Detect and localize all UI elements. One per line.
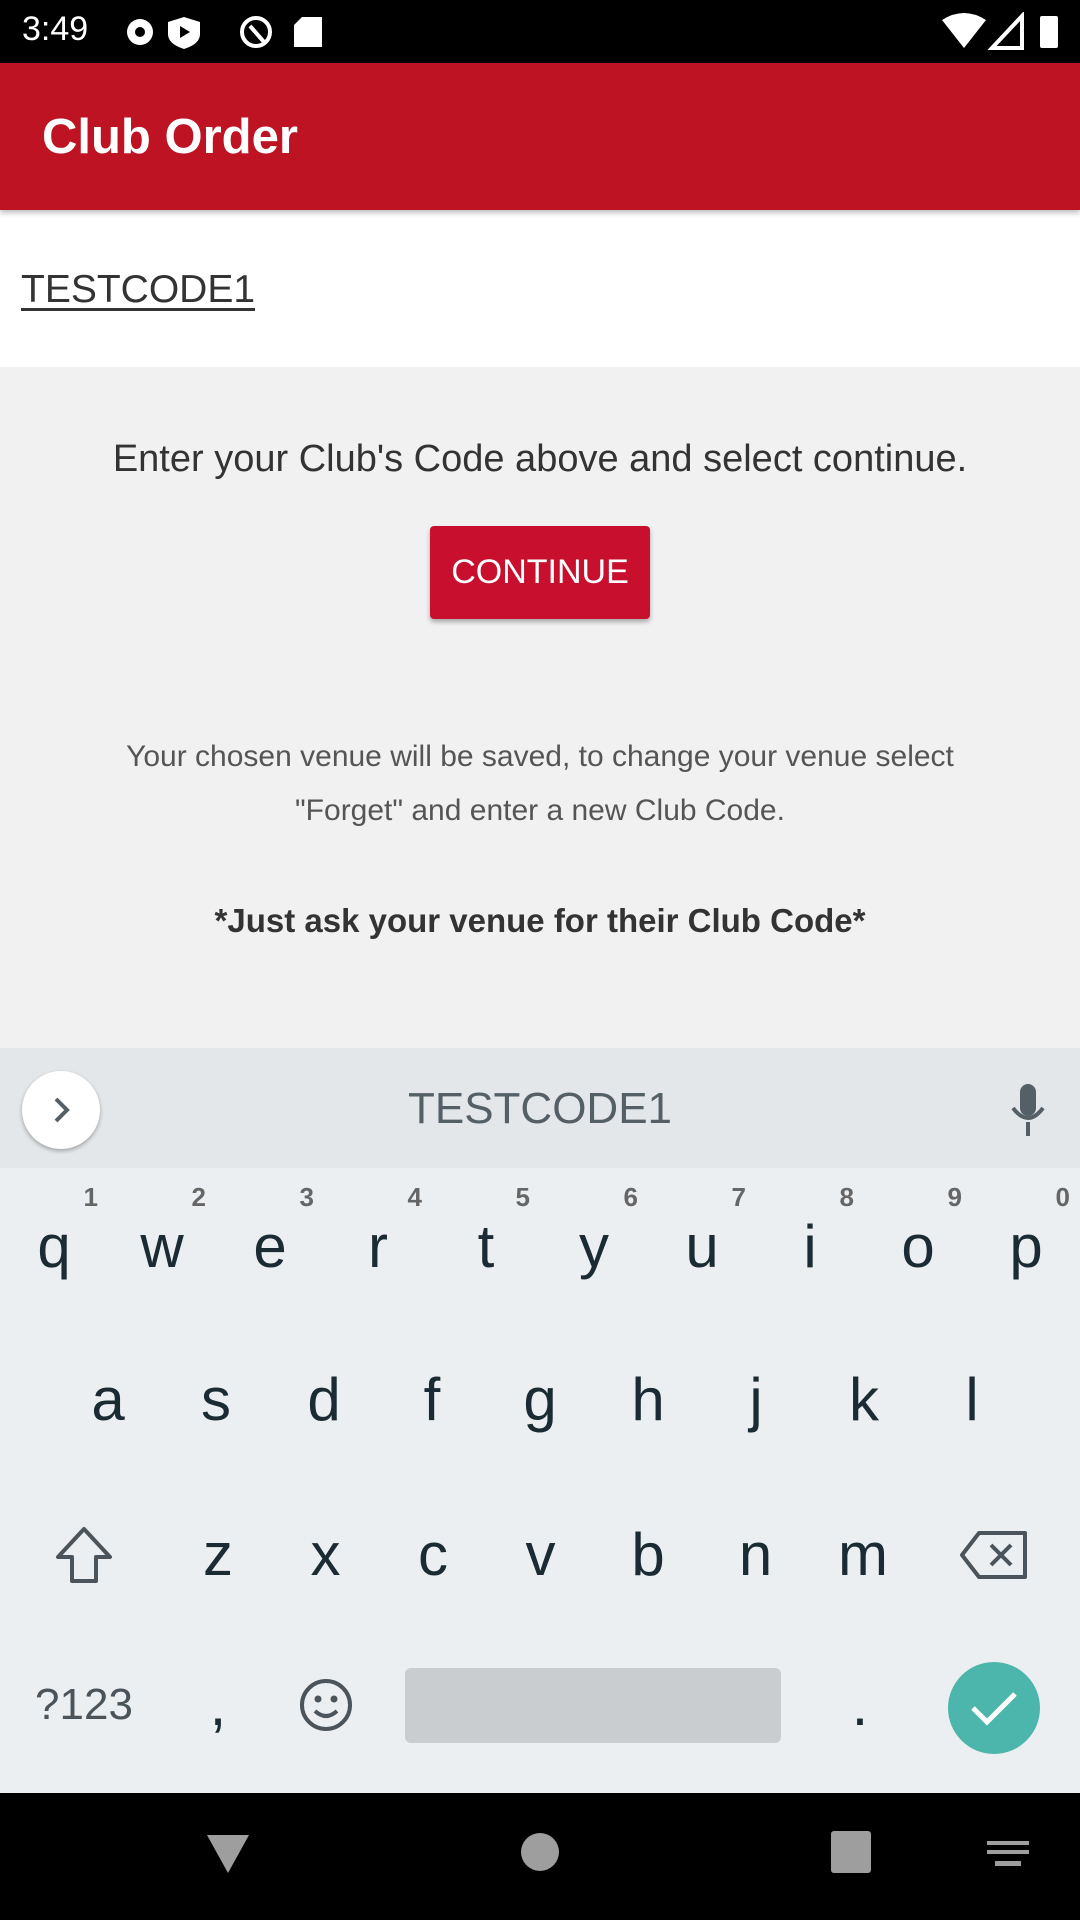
key-q[interactable]: q1 [0,1172,108,1322]
signal-icon [987,12,1024,50]
key-hint: 1 [83,1182,98,1212]
key-hint: 9 [947,1182,962,1212]
system-icons [942,12,1058,50]
back-icon[interactable] [205,1833,251,1875]
continue-button[interactable]: CONTINUE [430,526,650,619]
key-x[interactable]: x [272,1480,380,1630]
checkmark-icon [971,1692,1017,1726]
key-h[interactable]: h [594,1325,702,1475]
key-d[interactable]: d [270,1325,378,1475]
microphone-icon[interactable] [1010,1084,1046,1136]
status-bar: 3:49 [0,0,1080,63]
key-k[interactable]: k [810,1325,918,1475]
period-key[interactable]: . [806,1630,914,1780]
emoji-key[interactable] [272,1630,380,1780]
app-bar: Club Order [0,63,1080,210]
backspace-key[interactable] [940,1480,1048,1630]
key-m[interactable]: m [809,1480,917,1630]
key-r[interactable]: r4 [324,1172,432,1322]
key-z[interactable]: z [164,1480,272,1630]
key-o[interactable]: o9 [864,1172,972,1322]
sd-card-icon [294,17,322,47]
club-code-input[interactable]: TESTCODE1 [21,268,255,312]
key-hint: 0 [1055,1182,1070,1212]
comma-key[interactable]: , [164,1630,272,1780]
battery-icon [1040,16,1058,48]
key-hint: 8 [839,1182,854,1212]
done-key[interactable] [948,1662,1040,1754]
shift-key[interactable] [30,1480,138,1630]
key-i[interactable]: i8 [756,1172,864,1322]
key-n[interactable]: n [702,1480,810,1630]
quick-icon [240,16,272,48]
notification-icons [127,16,322,49]
key-c[interactable]: c [379,1480,487,1630]
space-key[interactable] [405,1668,781,1743]
key-b[interactable]: b [594,1480,702,1630]
gear-icon [127,19,153,45]
recents-icon[interactable] [831,1831,871,1873]
instruction-text: Enter your Club's Code above and select … [112,438,968,480]
key-s[interactable]: s [162,1325,270,1475]
key-y[interactable]: y6 [540,1172,648,1322]
key-p[interactable]: p0 [972,1172,1080,1322]
home-icon[interactable] [519,1831,561,1873]
symbols-key[interactable]: ?123 [30,1630,138,1780]
key-w[interactable]: w2 [108,1172,216,1322]
key-hint: 7 [731,1182,746,1212]
wifi-icon [942,13,986,48]
key-f[interactable]: f [378,1325,486,1475]
venue-note-line: "Forget" and enter a new Club Code. [295,794,785,827]
venue-note: Your chosen venue will be saved, to chan… [0,730,1080,838]
key-l[interactable]: l [918,1325,1026,1475]
ask-venue-note: *Just ask your venue for their Club Code… [214,902,866,939]
key-v[interactable]: v [487,1480,595,1630]
keyboard-switch-icon[interactable] [987,1841,1029,1867]
backspace-icon [960,1531,1027,1579]
shift-icon [56,1527,112,1583]
venue-note-line: Your chosen venue will be saved, to chan… [126,740,954,773]
key-hint: 5 [515,1182,530,1212]
key-u[interactable]: u7 [648,1172,756,1322]
app-title: Club Order [42,110,298,164]
key-hint: 4 [407,1182,422,1212]
key-t[interactable]: t5 [432,1172,540,1322]
suggestion-strip: TESTCODE1 [0,1048,1080,1168]
key-e[interactable]: e3 [216,1172,324,1322]
key-a[interactable]: a [54,1325,162,1475]
navigation-bar [0,1793,1080,1920]
emoji-icon [300,1679,352,1731]
key-hint: 6 [623,1182,638,1212]
key-hint: 2 [191,1182,206,1212]
status-time: 3:49 [22,10,89,48]
key-hint: 3 [299,1182,314,1212]
key-j[interactable]: j [702,1325,810,1475]
key-g[interactable]: g [486,1325,594,1475]
suggestion-word[interactable]: TESTCODE1 [0,1084,1080,1134]
